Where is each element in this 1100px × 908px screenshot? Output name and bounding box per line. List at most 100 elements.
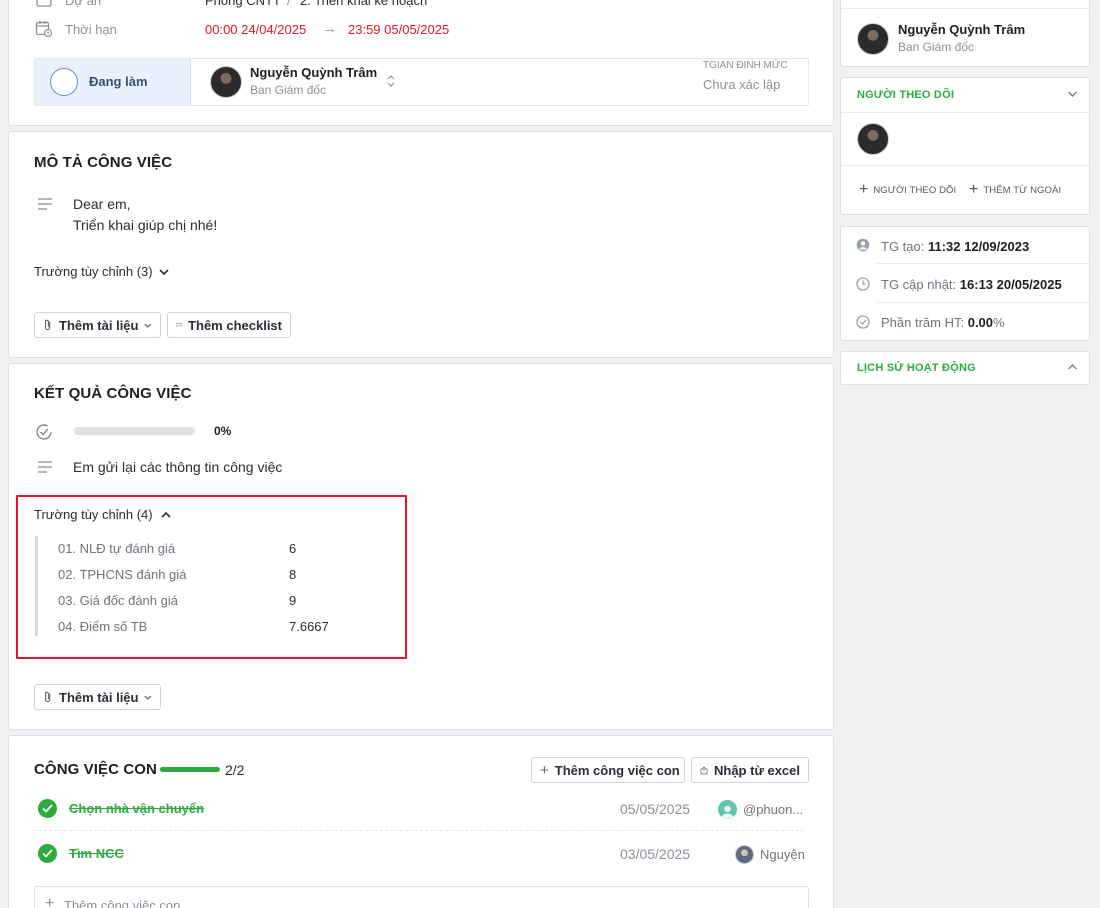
add-subtask-input[interactable]: + Thêm công việc con: [34, 886, 809, 908]
paperclip-icon: [45, 319, 51, 331]
start-time[interactable]: 00:00 24/04/2025: [205, 22, 306, 37]
divider: [841, 112, 1089, 113]
folder-icon: [36, 0, 52, 7]
created-label: TG tạo:: [881, 239, 925, 254]
upload-icon: [700, 766, 708, 774]
follower-avatar[interactable]: [857, 123, 889, 155]
checklist-icon: [176, 322, 183, 327]
status-assignee-row: Đang làm Nguyễn Quỳnh Trâm Ban Giám đốc …: [34, 58, 809, 106]
project-label: Dự án: [65, 0, 102, 8]
end-time[interactable]: 23:59 05/05/2025: [348, 22, 449, 37]
chevron-down-icon[interactable]: [1067, 90, 1078, 98]
add-follower-button[interactable]: + NGƯỜI THEO DÕI: [859, 182, 956, 198]
description-title: MÔ TẢ CÔNG VIỆC: [34, 154, 173, 171]
history-card[interactable]: LỊCH SỬ HOẠT ĐỘNG: [840, 351, 1090, 385]
add-checklist-label: Thêm checklist: [188, 317, 282, 333]
result-title: KẾT QUẢ CÔNG VIỆC: [34, 385, 192, 402]
clock-icon: [856, 277, 870, 291]
subtasks-count: 2/2: [225, 762, 245, 778]
divider: [877, 302, 1089, 303]
owner-role: Ban Giám đốc: [898, 40, 975, 54]
status-circle-icon: [50, 68, 78, 96]
plus-icon: +: [859, 181, 869, 198]
text-lines-icon: [38, 461, 52, 473]
deadline-label: Thời hạn: [65, 22, 117, 37]
chevron-up-icon[interactable]: [1067, 363, 1078, 371]
subtasks-card: CÔNG VIỆC CON 2/2 + Thêm công việc con N…: [8, 735, 834, 908]
user-circle-icon: [856, 238, 870, 252]
quota-label: TGIAN ĐỊNH MỨC: [703, 60, 788, 71]
subtask-assignee[interactable]: @phuon...: [743, 802, 803, 817]
add-checklist-button[interactable]: Thêm checklist: [167, 312, 291, 338]
add-follower-label: NGƯỜI THEO DÕI: [873, 184, 957, 196]
assignee-avatar: [210, 66, 242, 98]
custom-fields-toggle[interactable]: Trường tùy chỉnh (3): [34, 264, 169, 279]
highlight-box: [16, 495, 407, 659]
chevron-down-icon: [144, 323, 152, 328]
calendar-clock-icon: [35, 21, 53, 38]
subtasks-title: CÔNG VIỆC CON: [34, 761, 157, 778]
meta-card: TG tạo: 11:32 12/09/2023 TG cập nhật: 16…: [840, 226, 1090, 341]
project-value[interactable]: Phòng CNTT: [205, 0, 281, 8]
assignee-name[interactable]: Nguyễn Quỳnh Trâm: [250, 65, 377, 80]
divider: [841, 165, 1089, 166]
subtasks-progress-bar: [160, 767, 220, 772]
add-document-label: Thêm tài liệu: [59, 317, 139, 333]
status-box[interactable]: Đang làm: [35, 59, 191, 105]
status-label: Đang làm: [89, 74, 148, 89]
plus-icon: +: [540, 761, 549, 779]
created-info: TG tạo: 11:32 12/09/2023: [881, 239, 1029, 254]
divider: [877, 263, 1089, 264]
add-external-button[interactable]: + THÊM TỪ NGOÀI: [969, 182, 1061, 198]
owner-avatar: [857, 23, 889, 55]
custom-fields-label: Trường tùy chỉnh (3): [34, 264, 153, 279]
check-done-icon[interactable]: [38, 844, 57, 863]
description-line-2: Triển khai giúp chị nhé!: [73, 217, 218, 233]
quota-value[interactable]: Chưa xác lập: [703, 77, 780, 92]
followers-title: NGƯỜI THEO DÕI: [857, 89, 955, 101]
add-external-label: THÊM TỪ NGOÀI: [983, 184, 1062, 196]
plus-icon: +: [969, 181, 979, 198]
created-value: 11:32 12/09/2023: [927, 239, 1030, 254]
result-note: Em gửi lại các thông tin công việc: [73, 459, 283, 475]
history-title: LỊCH SỬ HOẠT ĐỘNG: [857, 362, 976, 374]
arrow-right-icon: →: [322, 20, 337, 37]
add-subtask-button[interactable]: + Thêm công việc con: [531, 757, 685, 783]
result-progress-label: 0%: [214, 424, 232, 438]
add-document-button[interactable]: Thêm tài liệu: [34, 684, 161, 710]
avatar: [735, 845, 754, 864]
check-circle-icon: [36, 424, 52, 440]
chevron-down-icon: [144, 695, 152, 700]
list-item[interactable]: Chọn nhà vận chuyển 05/05/2025 @phuon...: [34, 793, 804, 831]
check-done-icon[interactable]: [38, 799, 57, 818]
project-separator: /: [287, 0, 291, 8]
result-progress-bar: [74, 427, 195, 435]
add-subtask-label: Thêm công việc con: [554, 762, 680, 778]
subtask-assignee[interactable]: Nguyện: [760, 847, 805, 862]
import-excel-button[interactable]: Nhập từ excel: [691, 757, 809, 783]
subtask-name[interactable]: Chọn nhà vận chuyển: [69, 801, 204, 816]
percent-label: Phần trăm HT:: [881, 315, 965, 330]
check-circle-icon: [856, 315, 870, 329]
percent-info: Phần trăm HT: 0.00%: [881, 315, 1005, 330]
owner-card: Nguyễn Quỳnh Trâm Ban Giám đốc: [840, 0, 1090, 67]
add-document-label: Thêm tài liệu: [59, 689, 139, 705]
plus-icon: +: [45, 895, 55, 908]
followers-card: NGƯỜI THEO DÕI + NGƯỜI THEO DÕI + THÊM T…: [840, 77, 1090, 215]
list-item[interactable]: Tìm NCC 03/05/2025 Nguyện: [34, 838, 805, 874]
description-line-1: Dear em,: [73, 196, 131, 212]
description-card: MÔ TẢ CÔNG VIỆC Dear em, Triển khai giúp…: [8, 131, 834, 358]
add-document-button[interactable]: Thêm tài liệu: [34, 312, 161, 338]
owner-name[interactable]: Nguyễn Quỳnh Trâm: [898, 22, 1025, 37]
assignee-role: Ban Giám đốc: [250, 83, 327, 97]
sort-arrows-icon[interactable]: [386, 73, 396, 89]
import-excel-label: Nhập từ excel: [714, 762, 800, 778]
text-lines-icon: [38, 198, 52, 210]
divider: [841, 8, 1089, 9]
task-header-card: Dự án Phòng CNTT / 2. Triển khai kế hoạc…: [8, 0, 834, 126]
percent-unit: %: [993, 315, 1005, 330]
subtask-name[interactable]: Tìm NCC: [69, 846, 124, 861]
project-phase[interactable]: 2. Triển khai kế hoạch: [300, 0, 427, 8]
paperclip-icon: [45, 691, 51, 703]
user-avatar-icon: [718, 800, 737, 819]
